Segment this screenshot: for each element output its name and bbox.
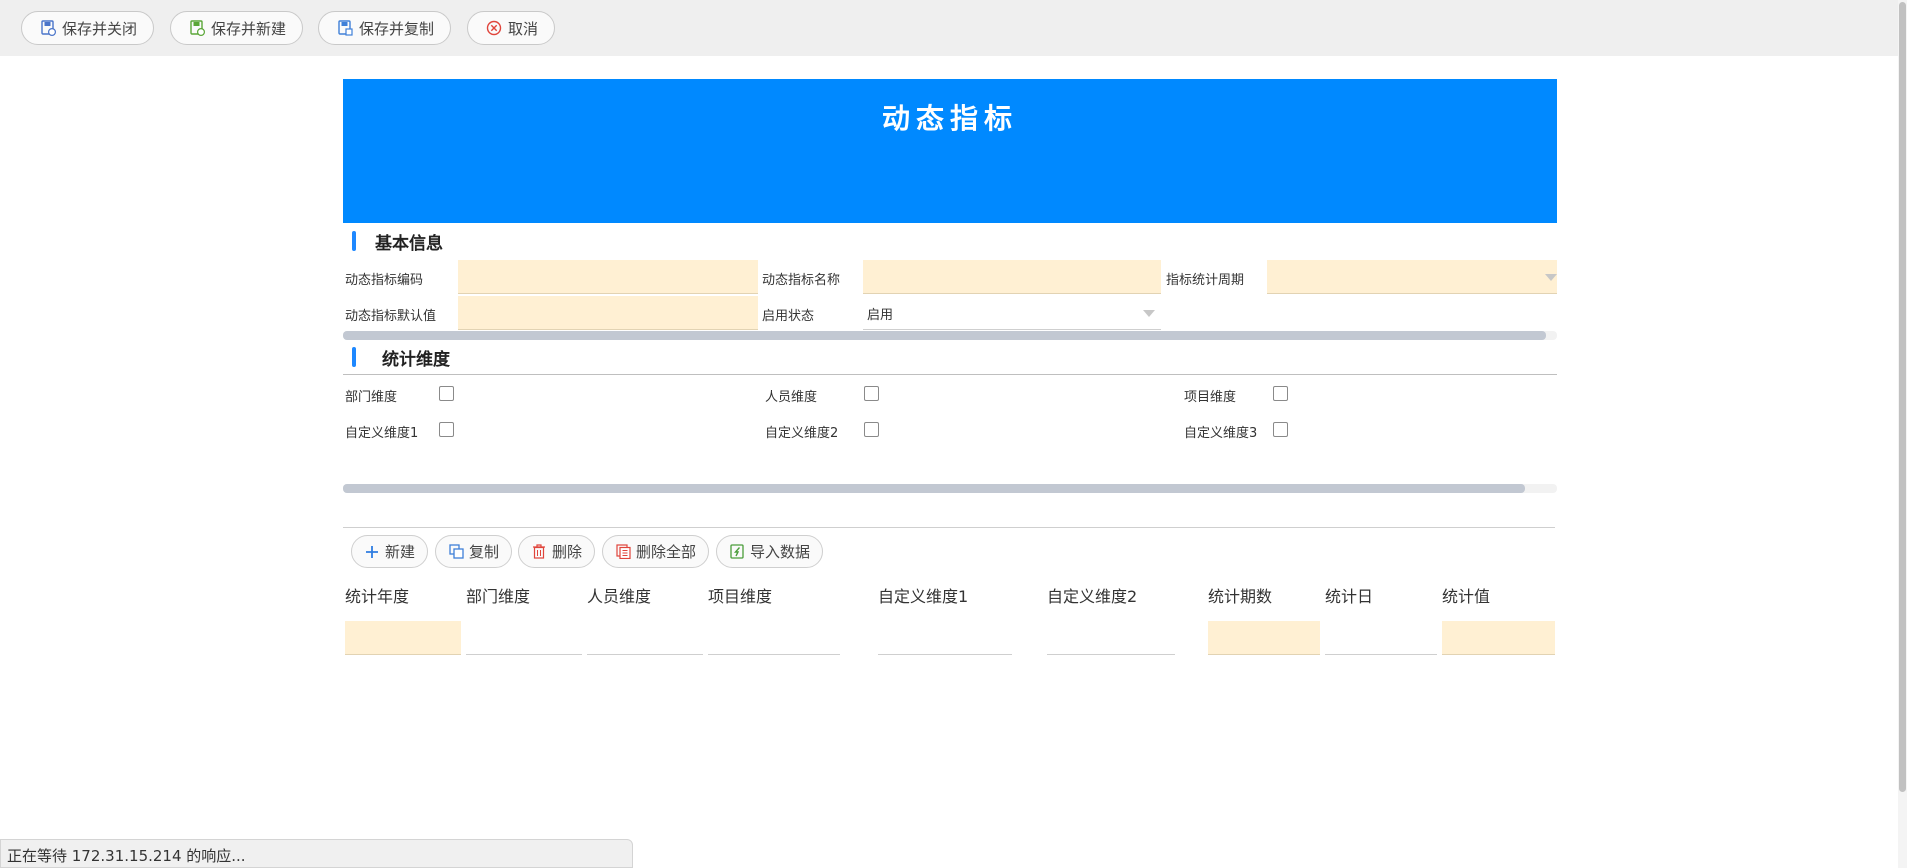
copy-icon bbox=[448, 544, 464, 560]
custom-dimension-2-checkbox[interactable] bbox=[864, 422, 879, 437]
col-header-project[interactable]: 项目维度 bbox=[708, 583, 772, 607]
plus-icon bbox=[364, 544, 380, 560]
save-and-copy-label: 保存并复制 bbox=[359, 19, 435, 38]
dept-dimension-label: 部门维度 bbox=[345, 390, 398, 405]
code-input[interactable] bbox=[458, 260, 758, 294]
grid-delete-label: 删除 bbox=[552, 543, 583, 561]
save-and-new-button[interactable]: 保存并新建 bbox=[170, 11, 304, 45]
grid-delete-button[interactable]: 删除 bbox=[518, 535, 596, 568]
cancel-icon bbox=[486, 20, 502, 36]
custom-dimension-3-checkbox[interactable] bbox=[1273, 422, 1288, 437]
save-and-copy-button[interactable]: 保存并复制 bbox=[318, 11, 452, 45]
grid-delete-all-button[interactable]: 删除全部 bbox=[602, 535, 710, 568]
cell-custom-2[interactable] bbox=[1047, 621, 1175, 655]
basic-info-section-header: 基本信息 bbox=[343, 227, 443, 255]
form-banner: 动态指标 bbox=[343, 79, 1557, 223]
grid-delete-all-label: 删除全部 bbox=[636, 543, 697, 561]
basic-info-title: 基本信息 bbox=[375, 233, 443, 254]
custom-dimension-2-label: 自定义维度2 bbox=[765, 426, 839, 441]
cancel-label: 取消 bbox=[508, 19, 539, 38]
col-header-period-count[interactable]: 统计期数 bbox=[1208, 583, 1272, 607]
save-new-icon bbox=[189, 20, 205, 36]
dimensions-hscrollbar[interactable] bbox=[343, 484, 1557, 493]
dimensions-title: 统计维度 bbox=[382, 349, 450, 370]
vertical-scrollbar[interactable] bbox=[1898, 0, 1907, 868]
name-label: 动态指标名称 bbox=[762, 273, 841, 288]
default-value-label: 动态指标默认值 bbox=[345, 309, 437, 324]
dimensions-hscrollbar-thumb[interactable] bbox=[343, 484, 1525, 493]
col-header-custom-2[interactable]: 自定义维度2 bbox=[1047, 583, 1137, 607]
person-dimension-checkbox[interactable] bbox=[864, 386, 879, 401]
cell-project[interactable] bbox=[708, 621, 840, 655]
col-header-year[interactable]: 统计年度 bbox=[345, 583, 409, 607]
col-header-custom-1[interactable]: 自定义维度1 bbox=[878, 583, 968, 607]
trash-icon bbox=[531, 544, 547, 560]
save-and-close-label: 保存并关闭 bbox=[62, 19, 138, 38]
cell-year[interactable] bbox=[345, 621, 461, 655]
grid-copy-label: 复制 bbox=[469, 543, 500, 561]
grid-import-button[interactable]: 导入数据 bbox=[716, 535, 824, 568]
person-dimension-label: 人员维度 bbox=[765, 390, 818, 405]
name-input[interactable] bbox=[863, 260, 1161, 294]
section-accent-bar bbox=[352, 231, 356, 251]
grid-import-label: 导入数据 bbox=[750, 543, 811, 561]
delete-all-icon bbox=[615, 544, 631, 560]
cell-custom-1[interactable] bbox=[878, 621, 1012, 655]
grid-new-label: 新建 bbox=[385, 543, 416, 561]
basic-info-hscrollbar[interactable] bbox=[343, 331, 1557, 340]
project-dimension-checkbox[interactable] bbox=[1273, 386, 1288, 401]
cell-period-count[interactable] bbox=[1208, 621, 1320, 655]
save-copy-icon bbox=[337, 20, 353, 36]
vertical-scrollbar-thumb[interactable] bbox=[1899, 2, 1906, 792]
chevron-down-icon bbox=[1143, 310, 1155, 317]
col-header-day[interactable]: 统计日 bbox=[1325, 583, 1373, 607]
col-header-value[interactable]: 统计值 bbox=[1442, 583, 1490, 607]
save-and-new-label: 保存并新建 bbox=[211, 19, 287, 38]
project-dimension-label: 项目维度 bbox=[1184, 390, 1237, 405]
grid-divider bbox=[343, 527, 1555, 528]
import-icon bbox=[729, 544, 745, 560]
period-label: 指标统计周期 bbox=[1166, 273, 1245, 288]
col-header-dept[interactable]: 部门维度 bbox=[466, 583, 530, 607]
section-accent-bar bbox=[352, 347, 356, 367]
period-select[interactable] bbox=[1267, 260, 1557, 294]
cancel-button[interactable]: 取消 bbox=[467, 11, 556, 45]
grid-copy-button[interactable]: 复制 bbox=[435, 535, 513, 568]
custom-dimension-3-label: 自定义维度3 bbox=[1184, 426, 1258, 441]
custom-dimension-1-label: 自定义维度1 bbox=[345, 426, 419, 441]
cell-day[interactable] bbox=[1325, 621, 1437, 655]
grid-new-button[interactable]: 新建 bbox=[351, 535, 429, 568]
save-close-icon bbox=[40, 20, 56, 36]
status-value: 启用 bbox=[867, 308, 894, 323]
browser-status-bar: 正在等待 172.31.15.214 的响应... bbox=[0, 839, 633, 868]
cell-value[interactable] bbox=[1442, 621, 1555, 655]
dept-dimension-checkbox[interactable] bbox=[439, 386, 454, 401]
form-title: 动态指标 bbox=[881, 102, 1018, 135]
top-toolbar: 保存并关闭 保存并新建 保存并复制 取消 bbox=[0, 0, 1898, 56]
dimensions-divider bbox=[343, 374, 1557, 375]
default-value-input[interactable] bbox=[458, 296, 758, 330]
save-and-close-button[interactable]: 保存并关闭 bbox=[21, 11, 155, 45]
status-select[interactable]: 启用 bbox=[863, 296, 1161, 330]
code-label: 动态指标编码 bbox=[345, 273, 424, 288]
custom-dimension-1-checkbox[interactable] bbox=[439, 422, 454, 437]
chevron-down-icon bbox=[1545, 274, 1557, 281]
col-header-person[interactable]: 人员维度 bbox=[587, 583, 651, 607]
cell-dept[interactable] bbox=[466, 621, 582, 655]
dimensions-section-header: 统计维度 bbox=[343, 343, 450, 371]
basic-info-hscrollbar-thumb[interactable] bbox=[343, 331, 1546, 340]
cell-person[interactable] bbox=[587, 621, 703, 655]
status-label: 启用状态 bbox=[762, 309, 815, 324]
